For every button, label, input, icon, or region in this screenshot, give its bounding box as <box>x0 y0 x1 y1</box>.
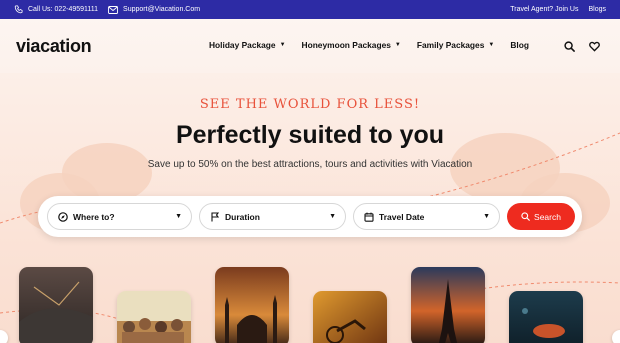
motorbike-sunset-photo <box>313 291 387 343</box>
chevron-down-icon: ▼ <box>483 213 490 220</box>
search-panel: Where to? ▼ Duration ▼ Travel Date ▼ Sea… <box>38 196 582 237</box>
travel-date-label: Travel Date <box>379 211 425 222</box>
hero-section: SEE THE WORLD FOR LESS! Perfectly suited… <box>0 73 620 343</box>
destination-card[interactable] <box>411 267 485 343</box>
chevron-down-icon: ▼ <box>329 213 336 220</box>
crowd-photo <box>117 291 191 343</box>
top-contact-bar: Call Us: 022-49591111 Support@Viacation.… <box>0 0 620 19</box>
where-to-select[interactable]: Where to? ▼ <box>47 203 192 230</box>
chevron-down-icon: ▼ <box>279 42 286 48</box>
email-contact[interactable]: Support@Viacation.Com <box>108 5 201 14</box>
email-label: Support@Viacation.Com <box>123 6 201 13</box>
nav-label: Holiday Package <box>209 40 276 50</box>
hero-subtitle: Save up to 50% on the best attractions, … <box>147 159 473 170</box>
heart-icon[interactable] <box>589 39 600 57</box>
chevron-down-icon: ▼ <box>394 42 401 48</box>
search-button-label: Search <box>534 211 561 222</box>
destination-card[interactable] <box>313 291 387 343</box>
duration-label: Duration <box>225 211 260 222</box>
nav-family-packages[interactable]: Family Packages ▼ <box>417 40 494 50</box>
main-nav: Holiday Package ▼ Honeymoon Packages ▼ F… <box>209 40 545 50</box>
nav-blog[interactable]: Blog <box>510 40 529 50</box>
phone-contact[interactable]: Call Us: 022-49591111 <box>14 5 98 14</box>
where-to-label: Where to? <box>73 211 115 222</box>
carousel-next-button[interactable] <box>612 330 620 343</box>
main-header: viacation Holiday Package ▼ Honeymoon Pa… <box>0 19 620 73</box>
destination-card[interactable] <box>117 291 191 343</box>
nav-holiday-package[interactable]: Holiday Package ▼ <box>209 40 286 50</box>
calendar-icon <box>364 212 374 222</box>
destination-card[interactable] <box>19 267 93 343</box>
travel-agent-link[interactable]: Travel Agent? Join Us <box>510 6 578 13</box>
site-logo[interactable]: viacation <box>16 36 92 57</box>
chevron-down-icon: ▼ <box>175 213 182 220</box>
search-button[interactable]: Search <box>507 203 575 230</box>
search-icon <box>521 212 530 221</box>
logo-text: viacation <box>16 36 92 56</box>
mail-icon <box>108 5 118 14</box>
duration-select[interactable]: Duration ▼ <box>199 203 346 230</box>
underwater-photo <box>509 291 583 343</box>
phone-icon <box>14 5 23 14</box>
nav-honeymoon-packages[interactable]: Honeymoon Packages ▼ <box>302 40 401 50</box>
nav-label: Honeymoon Packages <box>301 40 391 50</box>
hero-tagline: SEE THE WORLD FOR LESS! <box>199 97 421 112</box>
compass-icon <box>58 211 68 222</box>
phone-label: Call Us: 022-49591111 <box>28 6 99 13</box>
nav-label: Blog <box>510 40 529 50</box>
nav-label: Family Packages <box>416 40 485 50</box>
eiffel-tower-photo <box>411 267 485 343</box>
chevron-down-icon: ▼ <box>488 42 495 48</box>
mosque-sunset-photo <box>215 267 289 343</box>
blogs-link[interactable]: Blogs <box>588 6 606 13</box>
hero-title: Perfectly suited to you <box>175 121 445 149</box>
stormy-sky-photo <box>19 267 93 343</box>
travel-date-select[interactable]: Travel Date ▼ <box>353 203 500 230</box>
search-icon[interactable] <box>564 39 575 57</box>
destination-card[interactable] <box>509 291 583 343</box>
flag-icon <box>210 211 220 222</box>
destination-card[interactable] <box>215 267 289 343</box>
